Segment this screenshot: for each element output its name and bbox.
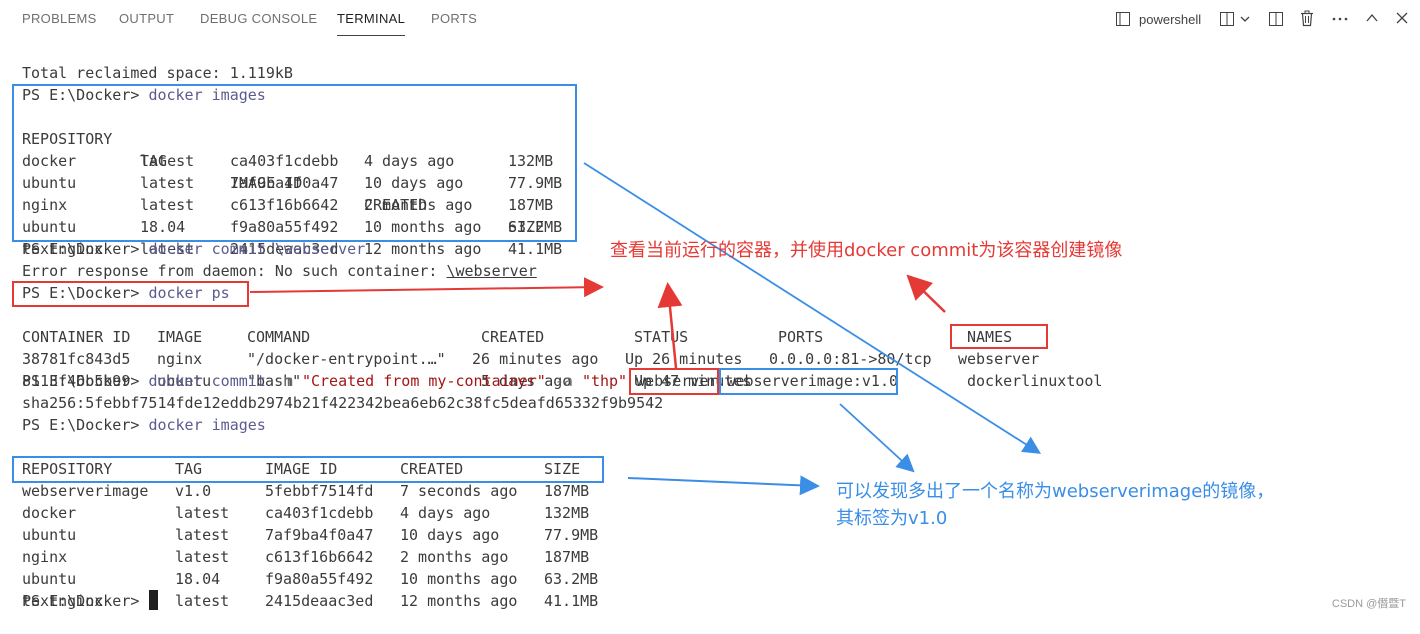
prompt-line: PS E:\Docker> docker images [22, 84, 266, 106]
table-row: webserverimage v1.0 5febbf7514fd 7 seconds … [22, 482, 590, 500]
table-row: textnginx latest 2415deaac3ed 12 months ago… [22, 592, 599, 610]
sha-line: sha256:5febbf7514fde12eddb2974b21f422342… [22, 394, 664, 412]
terminal-output[interactable]: Total reclaimed space: 1.119kB PS E:\Doc… [0, 38, 1420, 619]
prompt-line: PS E:\Docker> docker commit \webserver [22, 240, 366, 258]
watermark: CSDN @僭暨T [1331, 598, 1406, 610]
table-row: ubuntu 18.04 f9a80a55f492 10 months ago 63.2… [22, 570, 599, 588]
blue-annotation-note-2: 其标签为v1.0 [836, 508, 948, 529]
table-row: docker latest ca403f1cdebb 4 days ago 132MB [22, 504, 590, 522]
error-target-link[interactable]: \webserver [446, 262, 536, 280]
terminal-icon[interactable] [1115, 11, 1131, 27]
more-icon[interactable] [1332, 17, 1348, 21]
images-header-1: REPOSITORY TAG IMAGE ID CREATED SIZE [22, 130, 545, 236]
blue-annotation-note-1: 可以发现多出了一个名称为webserverimage的镜像， [836, 481, 1275, 502]
command: docker images [148, 86, 266, 104]
error-line: Error response from daemon: No such cont… [22, 262, 537, 280]
chevron-down-icon[interactable] [1239, 13, 1251, 25]
table-row: 38781fc843d5 nginx "/docker-entrypoint.…" 2… [22, 350, 1040, 368]
trash-icon[interactable] [1299, 10, 1315, 27]
red-annotation-note: 查看当前运行的容器，并使用docker commit为该容器创建镜像 [610, 240, 1123, 261]
split-terminal-icon[interactable] [1219, 11, 1235, 27]
table-row: ubuntu 18.04 f9a80a55f492 10 months ago 63.2… [22, 218, 563, 236]
layout-icon[interactable] [1268, 11, 1284, 27]
tab-ports[interactable]: PORTS [431, 11, 477, 26]
prompt-line[interactable]: PS E:\Docker> [22, 590, 159, 612]
prompt-line: PS E:\Docker> docker images [22, 416, 266, 434]
table-row: nginx latest c613f16b6642 2 months ago 187MB [22, 196, 554, 214]
reclaimed-line: Total reclaimed space: 1.119kB [22, 64, 293, 82]
prompt: PS E:\Docker> [22, 86, 149, 104]
table-row: 8113f46b5b99 ubuntu "bash" 5 days ago Up 47 … [22, 372, 1103, 390]
commit-container: webserver [636, 372, 718, 390]
tab-terminal[interactable]: TERMINAL [337, 11, 406, 36]
table-row: textnginx latest 2415deaac3ed 12 months ago… [22, 240, 563, 258]
commit-command-line: PS E:\Docker> docker commit -m "Created … [22, 372, 899, 390]
chevron-up-icon[interactable] [1365, 12, 1379, 24]
table-row: ubuntu latest 7af9ba4f0a47 10 days ago 77.9M… [22, 174, 563, 192]
prompt-line: PS E:\Docker> docker ps [22, 284, 230, 302]
commit-image: webserverimage:v1.0 [726, 372, 899, 390]
panel-header: PROBLEMS OUTPUT DEBUG CONSOLE TERMINAL P… [0, 0, 1420, 38]
images-header-2: REPOSITORY TAG IMAGE ID CREATED SIZE [22, 460, 581, 478]
table-row: docker latest ca403f1cdebb 4 days ago 132MB [22, 152, 554, 170]
terminal-cursor [149, 590, 159, 610]
tab-output[interactable]: OUTPUT [119, 11, 174, 26]
table-row: ubuntu latest 7af9ba4f0a47 10 days ago 77.9M… [22, 526, 599, 544]
ps-header: CONTAINER ID IMAGE COMMAND CREATED STATUS POR… [22, 328, 1013, 346]
tab-debug-console[interactable]: DEBUG CONSOLE [200, 11, 317, 26]
tab-problems[interactable]: PROBLEMS [22, 11, 97, 26]
close-icon[interactable] [1395, 11, 1409, 25]
table-row: nginx latest c613f16b6642 2 months ago 187MB [22, 548, 590, 566]
shell-name[interactable]: powershell [1139, 12, 1201, 27]
